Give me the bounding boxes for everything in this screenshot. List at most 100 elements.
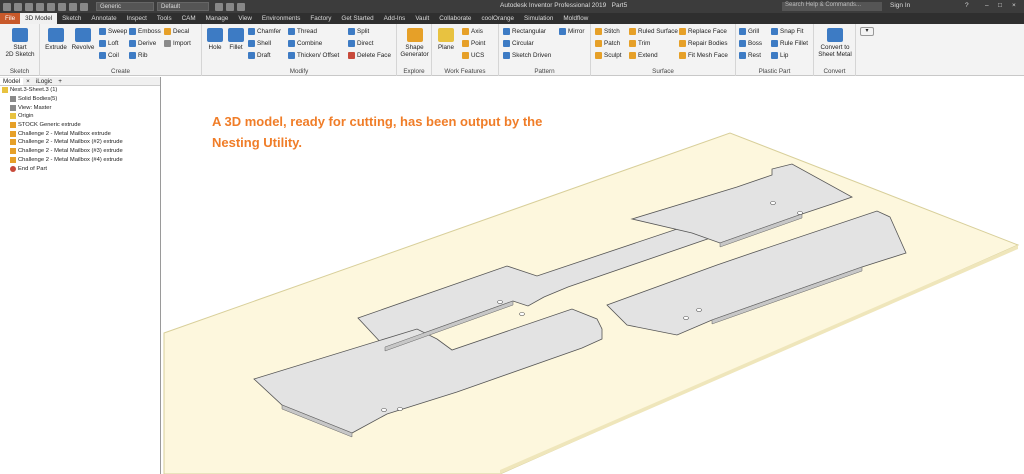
update-icon[interactable] xyxy=(80,2,88,11)
tab-cam[interactable]: CAM xyxy=(177,13,201,24)
tab-environments[interactable]: Environments xyxy=(257,13,306,24)
fx-icon[interactable] xyxy=(226,2,234,11)
repair-bodies-button[interactable]: Repair Bodies xyxy=(679,39,728,48)
tab-inspect[interactable]: Inspect xyxy=(122,13,152,24)
patch-button[interactable]: Patch xyxy=(595,39,620,48)
undo-icon[interactable] xyxy=(47,2,55,11)
split-button[interactable]: Split xyxy=(348,27,369,36)
sculpt-button[interactable]: Sculpt xyxy=(595,51,622,60)
tree-item-end-of-part[interactable]: End of Part xyxy=(0,164,160,173)
grill-button[interactable]: Grill xyxy=(739,27,759,36)
measure-icon[interactable] xyxy=(215,2,223,11)
delete-face-button[interactable]: Delete Face xyxy=(348,51,391,60)
rectangular-button[interactable]: Rectangular xyxy=(503,27,546,36)
point-button[interactable]: Point xyxy=(462,39,485,48)
revolve-button[interactable]: Revolve xyxy=(69,28,97,51)
appearance-dropdown[interactable]: Generic xyxy=(96,2,154,11)
tree-item-origin[interactable]: Origin xyxy=(0,112,160,121)
tree-item-view[interactable]: View: Master xyxy=(0,103,160,112)
circular-button[interactable]: Circular xyxy=(503,39,534,48)
tab-vault[interactable]: Vault xyxy=(410,13,434,24)
axis-button[interactable]: Axis xyxy=(462,27,483,36)
tree-item-stock[interactable]: STOCK Generic extrude xyxy=(0,121,160,130)
fillet-button[interactable]: Fillet xyxy=(226,28,246,51)
sweep-button[interactable]: Sweep xyxy=(99,27,127,36)
ruled-surface-button[interactable]: Ruled Surface xyxy=(629,27,678,36)
tab-ilogic[interactable]: iLogic xyxy=(33,78,55,85)
import-button[interactable]: Import xyxy=(164,39,191,48)
lip-button[interactable]: Lip xyxy=(771,51,788,60)
shell-button[interactable]: Shell xyxy=(248,39,271,48)
tab-manage[interactable]: Manage xyxy=(201,13,234,24)
tree-item-solid-bodies[interactable]: Solid Bodies(5) xyxy=(0,95,160,104)
combine-button[interactable]: Combine xyxy=(288,39,322,48)
ribbon-options-dropdown[interactable]: ▾ xyxy=(860,27,874,36)
save-icon[interactable] xyxy=(36,2,44,11)
open-icon[interactable] xyxy=(25,2,33,11)
minimize-icon[interactable]: – xyxy=(985,2,989,9)
hole-button[interactable]: Hole xyxy=(205,28,225,51)
home-icon[interactable] xyxy=(69,2,77,11)
tab-close-icon[interactable]: × xyxy=(23,78,33,85)
boss-button[interactable]: Boss xyxy=(739,39,762,48)
thread-button[interactable]: Thread xyxy=(288,27,317,36)
file-icon[interactable] xyxy=(3,2,11,11)
stitch-button[interactable]: Stitch xyxy=(595,27,620,36)
graphics-viewport[interactable]: A 3D model, ready for cutting, has been … xyxy=(162,77,1024,474)
replace-face-button[interactable]: Replace Face xyxy=(679,27,727,36)
redo-icon[interactable] xyxy=(58,2,66,11)
extrude-button[interactable]: Extrude xyxy=(43,28,69,51)
add-tab-icon[interactable]: + xyxy=(55,78,65,85)
derive-button[interactable]: Derive xyxy=(129,39,156,48)
snap-fit-button[interactable]: Snap Fit xyxy=(771,27,803,36)
rule-fillet-button[interactable]: Rule Fillet xyxy=(771,39,808,48)
loft-button[interactable]: Loft xyxy=(99,39,119,48)
tab-add-ins[interactable]: Add-Ins xyxy=(379,13,411,24)
tab-model[interactable]: Model xyxy=(0,77,24,85)
tree-item-mailbox-2[interactable]: Challenge 2 - Metal Mailbox (#2) extrude xyxy=(0,138,160,147)
search-input[interactable]: Search Help & Commands... xyxy=(782,2,882,11)
tree-item-mailbox-4[interactable]: Challenge 2 - Metal Mailbox (#4) extrude xyxy=(0,156,160,165)
new-icon[interactable] xyxy=(14,2,22,11)
fit-mesh-face-button[interactable]: Fit Mesh Face xyxy=(679,51,728,60)
start-sketch-button[interactable]: Start 2D Sketch xyxy=(2,28,38,58)
sketch-driven-button[interactable]: Sketch Driven xyxy=(503,51,551,60)
tree-item-root[interactable]: Nest.3-Sheet.3 (1) xyxy=(0,86,160,95)
decal-button[interactable]: Decal xyxy=(164,27,189,36)
tab-get-started[interactable]: Get Started xyxy=(336,13,378,24)
extend-button[interactable]: Extend xyxy=(629,51,658,60)
plane-button[interactable]: Plane xyxy=(435,28,457,51)
coil-button[interactable]: Coil xyxy=(99,51,119,60)
tab-sketch[interactable]: Sketch xyxy=(57,13,86,24)
mirror-button[interactable]: Mirror xyxy=(559,27,584,36)
plus-icon[interactable] xyxy=(237,2,245,11)
tab-coolorange[interactable]: coolOrange xyxy=(476,13,519,24)
rib-button[interactable]: Rib xyxy=(129,51,147,60)
chamfer-button[interactable]: Chamfer xyxy=(248,27,281,36)
direct-button[interactable]: Direct xyxy=(348,39,373,48)
tab-file[interactable]: File xyxy=(0,13,21,24)
tab-3d-model[interactable]: 3D Model xyxy=(20,13,58,24)
material-dropdown[interactable]: Default xyxy=(157,2,209,11)
shape-generator-button[interactable]: Shape Generator xyxy=(398,28,431,58)
trim-button[interactable]: Trim xyxy=(629,39,650,48)
draft-button[interactable]: Draft xyxy=(248,51,271,60)
rest-button[interactable]: Rest xyxy=(739,51,761,60)
close-icon[interactable]: × xyxy=(1012,2,1016,9)
tab-view[interactable]: View xyxy=(233,13,257,24)
ucs-button[interactable]: UCS xyxy=(462,51,484,60)
tab-simulation[interactable]: Simulation xyxy=(519,13,558,24)
tab-annotate[interactable]: Annotate xyxy=(86,13,121,24)
maximize-icon[interactable]: □ xyxy=(998,2,1002,9)
tab-moldflow[interactable]: Moldflow xyxy=(558,13,593,24)
sign-in-button[interactable]: Sign In xyxy=(890,2,910,9)
tab-factory[interactable]: Factory xyxy=(305,13,336,24)
thicken-offset-button[interactable]: Thicken/ Offset xyxy=(288,51,339,60)
emboss-button[interactable]: Emboss xyxy=(129,27,161,36)
help-icon[interactable]: ? xyxy=(965,2,969,9)
tab-collaborate[interactable]: Collaborate xyxy=(434,13,476,24)
tree-item-mailbox-1[interactable]: Challenge 2 - Metal Mailbox extrude xyxy=(0,129,160,138)
tab-tools[interactable]: Tools xyxy=(152,13,177,24)
tree-item-mailbox-3[interactable]: Challenge 2 - Metal Mailbox (#3) extrude xyxy=(0,147,160,156)
convert-sheet-metal-button[interactable]: Convert to Sheet Metal xyxy=(815,28,855,58)
